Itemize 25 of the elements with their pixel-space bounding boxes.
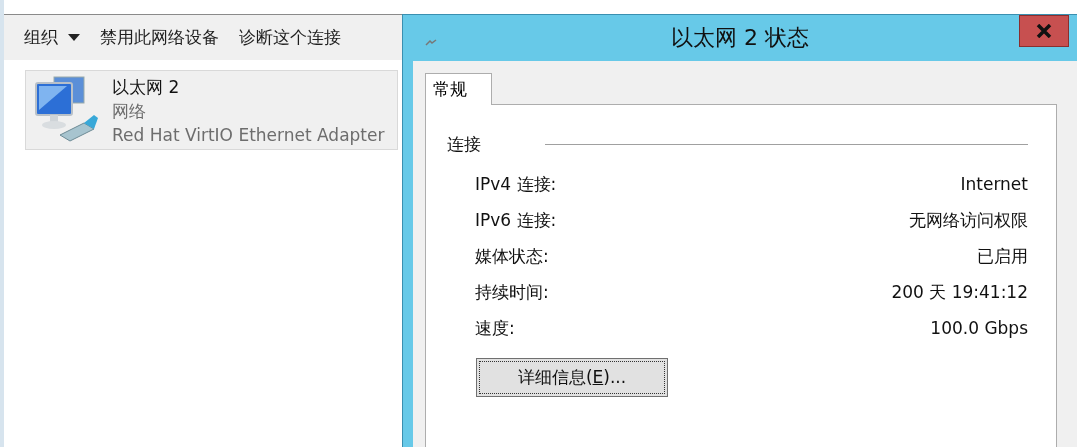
dialog-title: 以太网 2 状态 [671, 24, 809, 52]
toolbar-button[interactable]: 禁用此网络设备 [94, 22, 225, 53]
adapter-name: Red Hat VirtIO Ethernet Adapter [112, 124, 385, 147]
field-value: 200 天 19:41:12 [891, 280, 1028, 304]
field-value: 已启用 [977, 244, 1028, 268]
field-label: 媒体状态: [475, 244, 549, 268]
close-icon [1036, 24, 1052, 38]
connection-status: 网络 [112, 100, 147, 123]
connection-name: 以太网 2 [112, 76, 181, 99]
toolbar-button[interactable]: 组织 [18, 22, 86, 53]
field-label: 速度: [475, 316, 515, 340]
field-label: IPv6 连接: [475, 208, 557, 232]
close-button[interactable] [1019, 15, 1069, 47]
tab[interactable]: 常规 [425, 73, 492, 105]
field-label: IPv4 连接: [475, 172, 557, 196]
details-button[interactable]: 详细信息(E)... [476, 358, 668, 397]
network-icon [425, 39, 437, 47]
toolbar-button[interactable]: 诊断这个连接 [233, 22, 347, 53]
field-label: 持续时间: [475, 280, 549, 304]
field-value: Internet [960, 174, 1028, 194]
field-value: 100.0 Gbps [930, 318, 1028, 338]
dropdown-caret-icon [68, 34, 80, 41]
network-connection-item[interactable]: 以太网 2 网络 Red Hat VirtIO Ethernet Adapter [25, 70, 398, 150]
field-value: 无网络访问权限 [909, 208, 1028, 232]
section-title: 连接 [447, 133, 481, 156]
